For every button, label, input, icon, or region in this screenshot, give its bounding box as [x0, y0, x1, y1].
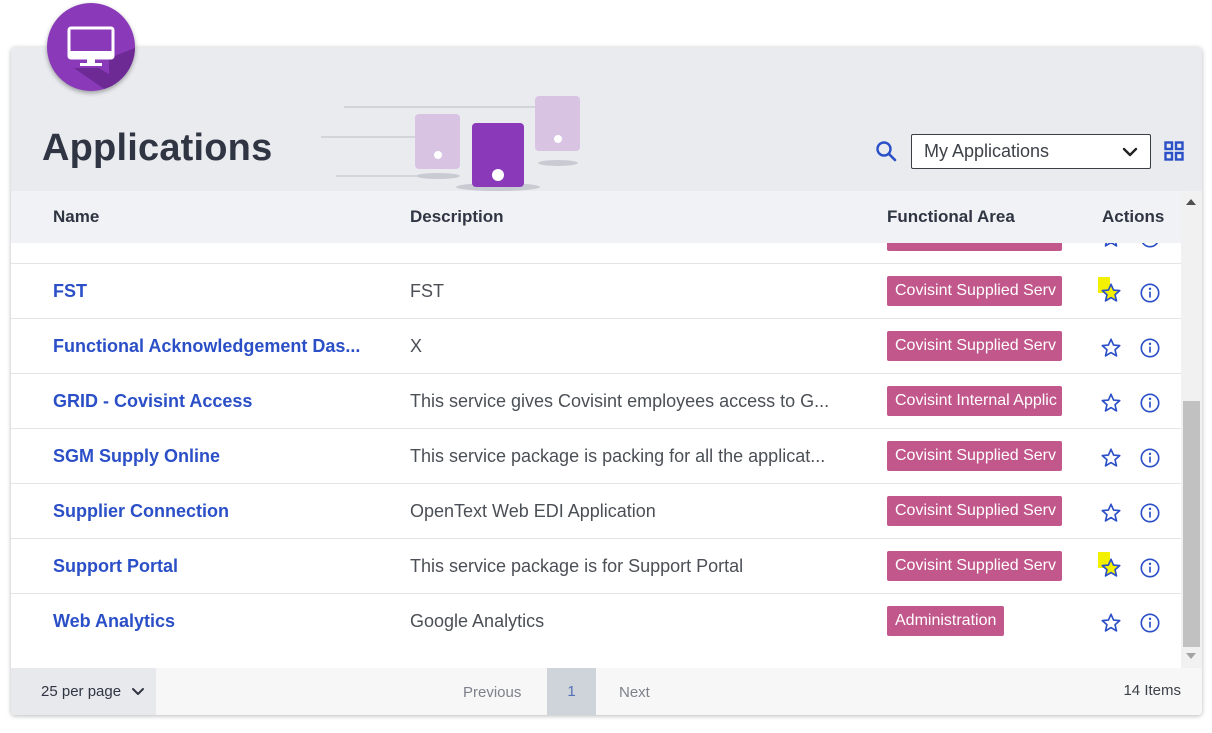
info-icon[interactable]	[1139, 337, 1161, 359]
applications-card: Applications My Applications Name Descri…	[11, 47, 1202, 715]
column-header-functional-area[interactable]: Functional Area	[887, 207, 1015, 227]
chevron-down-icon	[132, 688, 144, 695]
table-row[interactable]: Web Analytics Google Analytics Administr…	[11, 594, 1181, 646]
total-items-count: 14 Items	[1123, 682, 1181, 699]
star-icon[interactable]	[1100, 447, 1122, 469]
table-row[interactable]: FST FST Covisint Supplied Serv	[11, 264, 1181, 319]
star-icon[interactable]	[1100, 243, 1122, 249]
star-icon[interactable]	[1100, 392, 1122, 414]
application-name-link[interactable]: Support Portal	[53, 556, 178, 577]
functional-area-badge: Covisint Internal Applic	[887, 386, 1062, 416]
previous-page-button[interactable]: Previous	[463, 684, 521, 701]
info-icon[interactable]	[1139, 502, 1161, 524]
chevron-down-icon	[1122, 147, 1138, 157]
page-1-button[interactable]: 1	[547, 668, 596, 715]
app-icon-graphic	[67, 26, 135, 91]
table-row-partial	[11, 243, 1181, 264]
desktop-monitor-icon	[47, 3, 135, 91]
application-name-link[interactable]: Functional Acknowledgement Das...	[53, 336, 360, 357]
table-row[interactable]: Supplier Connection OpenText Web EDI App…	[11, 484, 1181, 539]
favorite-button[interactable]	[1098, 552, 1122, 579]
application-filter-select[interactable]: My Applications	[911, 134, 1151, 169]
info-icon[interactable]	[1139, 612, 1161, 634]
application-filter-value: My Applications	[924, 141, 1050, 161]
functional-area-badge: Covisint Supplied Serv	[887, 276, 1062, 306]
pagination-bar: 25 per page Previous 1 Next 14 Items	[11, 668, 1202, 715]
page-title: Applications	[42, 127, 273, 169]
application-description: X	[410, 336, 423, 356]
functional-area-badge: Covisint Supplied Serv	[887, 496, 1062, 526]
column-header-description[interactable]: Description	[410, 207, 504, 227]
application-description: This service package is for Support Port…	[410, 556, 744, 576]
application-description: This service package is packing for all …	[410, 446, 826, 466]
info-icon[interactable]	[1139, 557, 1161, 579]
favorite-button[interactable]	[1098, 277, 1122, 304]
application-description: FST	[410, 281, 444, 301]
scrollbar-thumb[interactable]	[1183, 401, 1200, 647]
column-header-name[interactable]: Name	[53, 207, 99, 227]
table-row[interactable]: SGM Supply Online This service package i…	[11, 429, 1181, 484]
functional-area-badge: Administration	[887, 606, 1005, 636]
functional-area-badge: Covisint Supplied Serv	[887, 551, 1062, 581]
info-icon[interactable]	[1139, 282, 1161, 304]
page-header: Applications My Applications	[11, 47, 1202, 191]
table-row[interactable]: Functional Acknowledgement Das... X Covi…	[11, 319, 1181, 374]
table-row[interactable]: GRID - Covisint Access This service give…	[11, 374, 1181, 429]
application-name-link[interactable]: SGM Supply Online	[53, 446, 220, 467]
info-icon[interactable]	[1139, 447, 1161, 469]
grid-view-icon[interactable]	[1164, 141, 1184, 161]
applications-table-body: FST FST Covisint Supplied Serv Functiona…	[11, 243, 1181, 646]
per-page-label: 25 per page	[41, 683, 122, 700]
column-header-actions: Actions	[1102, 207, 1165, 226]
star-icon	[1101, 558, 1121, 577]
star-icon[interactable]	[1100, 337, 1122, 359]
per-page-select[interactable]: 25 per page	[11, 668, 156, 715]
application-description: This service gives Covisint employees ac…	[410, 391, 830, 411]
next-page-button[interactable]: Next	[619, 684, 650, 701]
application-description: OpenText Web EDI Application	[410, 501, 656, 521]
info-icon[interactable]	[1139, 243, 1161, 249]
application-name-link[interactable]: GRID - Covisint Access	[53, 391, 252, 412]
info-icon[interactable]	[1139, 392, 1161, 414]
functional-area-badge	[887, 243, 1062, 251]
star-icon[interactable]	[1100, 612, 1122, 634]
functional-area-badge: Covisint Supplied Serv	[887, 331, 1062, 361]
application-name-link[interactable]: FST	[53, 281, 87, 302]
table-row[interactable]: Support Portal This service package is f…	[11, 539, 1181, 594]
devices-illustration	[321, 96, 580, 191]
application-name-link[interactable]: Web Analytics	[53, 611, 175, 632]
table-header: Name Description Functional Area Actions	[11, 191, 1181, 243]
functional-area-badge: Covisint Supplied Serv	[887, 441, 1062, 471]
star-icon[interactable]	[1100, 502, 1122, 524]
table-scrollbar[interactable]	[1181, 191, 1202, 669]
application-description: Google Analytics	[410, 611, 545, 631]
application-name-link[interactable]: Supplier Connection	[53, 501, 229, 522]
scroll-down-arrow[interactable]	[1186, 653, 1196, 659]
scroll-up-arrow[interactable]	[1186, 199, 1196, 205]
search-icon[interactable]	[874, 139, 898, 163]
star-icon	[1101, 283, 1121, 302]
